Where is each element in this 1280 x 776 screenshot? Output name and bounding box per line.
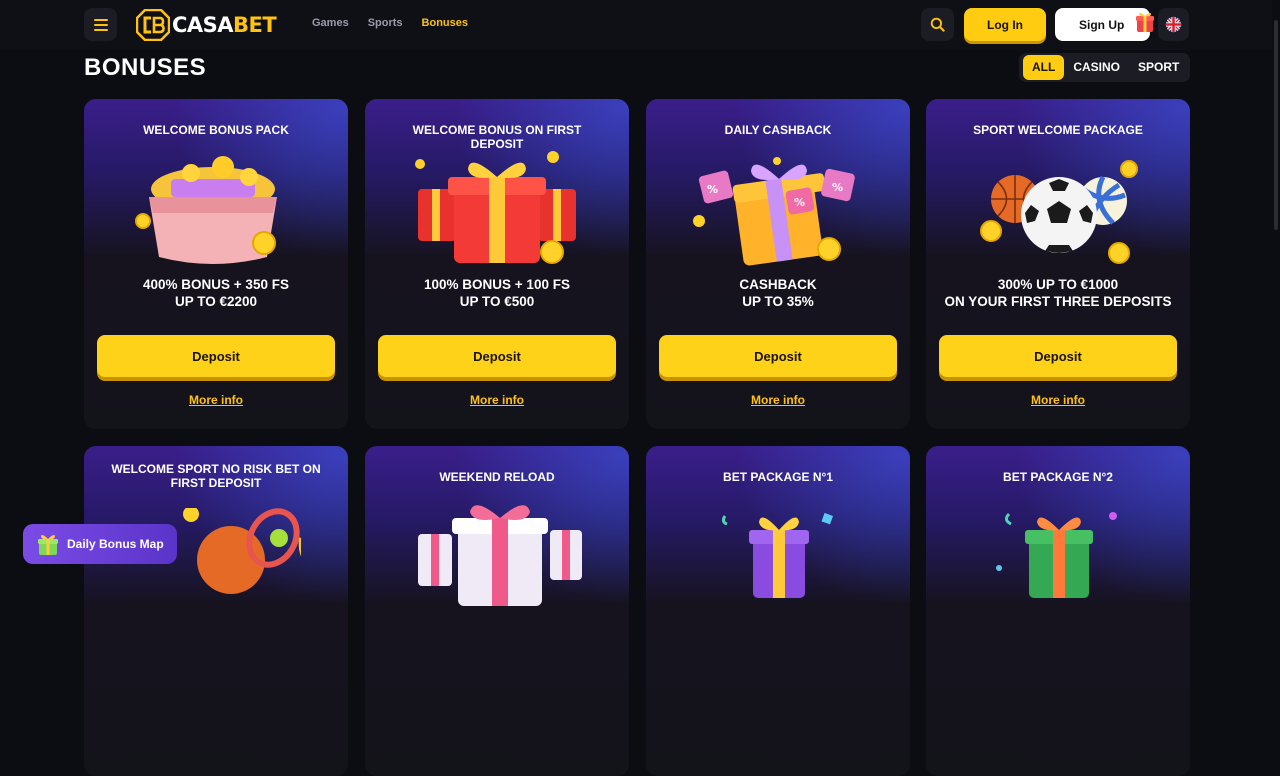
login-button[interactable]: Log In xyxy=(964,8,1046,41)
more-info-link[interactable]: More info xyxy=(365,393,629,407)
language-selector[interactable] xyxy=(1158,8,1189,41)
more-info-link[interactable]: More info xyxy=(84,393,348,407)
search-button[interactable] xyxy=(921,8,954,41)
bonus-card: WELCOME SPORT NO RISK BET ON FIRST DEPOS… xyxy=(84,446,348,776)
daily-bonus-map-button[interactable]: Daily Bonus Map xyxy=(23,524,177,564)
deposit-button[interactable]: Deposit xyxy=(378,335,616,377)
logo-wordmark: CASABET xyxy=(172,12,277,37)
nav-games[interactable]: Games xyxy=(312,17,349,29)
offer-line: CASHBACK xyxy=(739,277,817,292)
card-title: BET PACKAGE N°2 xyxy=(1003,470,1113,484)
svg-text:%: % xyxy=(707,183,718,196)
logo-bet-text: BET xyxy=(233,12,277,37)
gift-icon xyxy=(1136,12,1154,32)
offer-line: 300% UP TO €1000 xyxy=(997,277,1119,292)
svg-text:%: % xyxy=(794,196,805,209)
daily-bonus-map-label: Daily Bonus Map xyxy=(67,537,164,551)
svg-text:%: % xyxy=(832,181,843,194)
deposit-button[interactable]: Deposit xyxy=(97,335,335,377)
page-title: BONUSES xyxy=(84,54,207,81)
filter-casino[interactable]: CASINO xyxy=(1064,55,1129,80)
offer-line: 400% BONUS + 350 FS xyxy=(143,277,289,292)
deposit-button[interactable]: Deposit xyxy=(659,335,897,377)
casabet-logo[interactable]: CASABET xyxy=(136,8,277,41)
logo-casa-text: CASA xyxy=(172,12,234,37)
deposit-button[interactable]: Deposit xyxy=(939,335,1177,377)
filter-all[interactable]: ALL xyxy=(1023,55,1065,80)
bonus-card: WELCOME BONUS PACK 400% BONUS + 350 FS U… xyxy=(84,99,348,429)
card-title: WELCOME BONUS PACK xyxy=(143,123,289,137)
hamburger-menu-button[interactable] xyxy=(84,8,117,41)
gift-boxes-illustration xyxy=(415,151,576,264)
sports-balls-illustration xyxy=(980,160,1138,264)
bonus-filter-tabs: ALL CASINO SPORT xyxy=(1019,53,1190,82)
search-icon xyxy=(930,17,945,32)
signup-label: Sign Up xyxy=(1079,17,1125,32)
menu-line xyxy=(93,23,108,26)
bonus-card: WELCOME BONUS ON FIRST DEPOSIT 100% BONU… xyxy=(365,99,629,429)
offer-line: UP TO €2200 xyxy=(174,294,258,309)
uk-flag-icon xyxy=(1165,16,1182,33)
card-offer: CASHBACK UP TO 35% xyxy=(646,276,910,310)
bet-package-2-gift-illustration xyxy=(996,512,1117,598)
bonus-card: WEEKEND RELOAD xyxy=(365,446,629,776)
bonus-card: BET PACKAGE N°2 xyxy=(926,446,1190,776)
offer-line: 100% BONUS + 100 FS xyxy=(424,277,570,292)
cashback-gift-illustration: % % % xyxy=(693,157,855,266)
bonus-card: SPORT WELCOME PACKAGE 300% UP TO €1000 O… xyxy=(926,99,1190,429)
card-offer: 100% BONUS + 100 FS UP TO €500 xyxy=(365,276,629,310)
more-info-link[interactable]: More info xyxy=(926,393,1190,407)
menu-line xyxy=(93,28,108,31)
bonus-card: BET PACKAGE N°1 xyxy=(646,446,910,776)
card-title: WELCOME BONUS ON FIRST DEPOSIT xyxy=(412,123,582,151)
card-title: DAILY CASHBACK xyxy=(724,123,832,137)
nav-sports[interactable]: Sports xyxy=(368,17,403,29)
card-title: WEEKEND RELOAD xyxy=(439,470,555,484)
nav-bonuses[interactable]: Bonuses xyxy=(422,17,468,29)
offer-line: ON YOUR FIRST THREE DEPOSITS xyxy=(944,294,1172,309)
menu-line xyxy=(93,18,108,21)
bet-package-1-gift-illustration xyxy=(721,512,834,598)
card-title: BET PACKAGE N°1 xyxy=(723,470,833,484)
weekend-gifts-illustration xyxy=(418,505,582,606)
main-nav: Games Sports Bonuses xyxy=(312,17,487,29)
top-header: CASABET Games Sports Bonuses Log In Sign… xyxy=(0,0,1280,50)
bonus-card: DAILY CASHBACK % % % CASHBACK UP TO 35% … xyxy=(646,99,910,429)
signup-button[interactable]: Sign Up xyxy=(1055,8,1154,41)
more-info-link[interactable]: More info xyxy=(646,393,910,407)
card-offer: 300% UP TO €1000 ON YOUR FIRST THREE DEP… xyxy=(926,276,1190,310)
cb-logo-icon xyxy=(136,8,170,41)
card-offer: 400% BONUS + 350 FS UP TO €2200 xyxy=(84,276,348,310)
gift-icon xyxy=(38,535,58,555)
filter-sport[interactable]: SPORT xyxy=(1129,55,1188,80)
card-title: SPORT WELCOME PACKAGE xyxy=(973,123,1143,137)
offer-line: UP TO 35% xyxy=(742,294,814,309)
treasure-chest-illustration xyxy=(135,156,277,264)
offer-line: UP TO €500 xyxy=(459,294,535,309)
card-title: WELCOME SPORT NO RISK BET ON FIRST DEPOS… xyxy=(111,462,321,490)
scrollbar-thumb[interactable] xyxy=(1274,20,1278,230)
